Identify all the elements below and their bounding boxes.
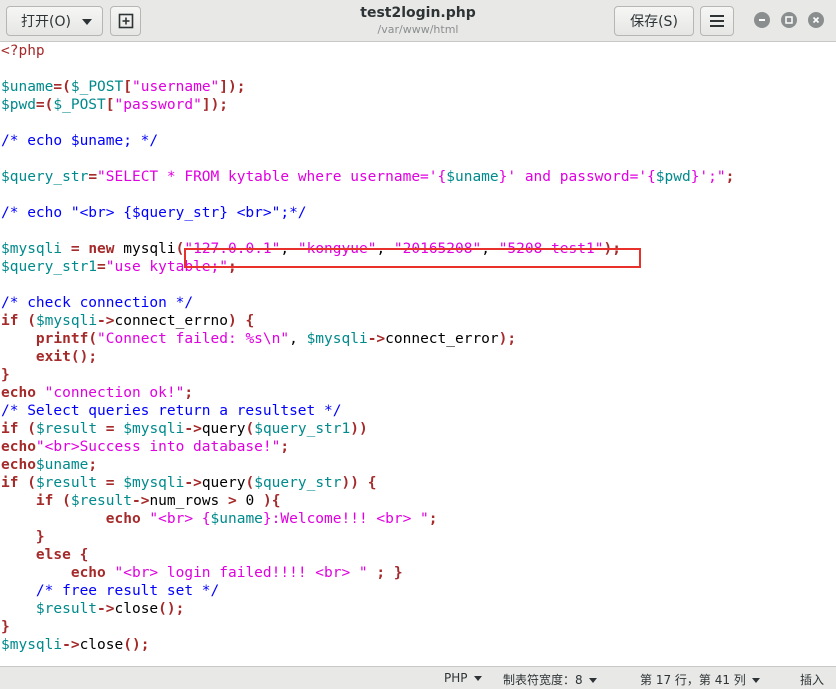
open-button-label: 打开(O) [21, 14, 71, 30]
maximize-icon [785, 16, 793, 24]
code-line[interactable]: echo "<br> login failed!!!! <br> " ; } [0, 564, 836, 582]
status-bar: PHP 制表符宽度：8 第 17 行，第 41 列 插入 [0, 666, 836, 689]
code-editor[interactable]: <?php​$uname=($_POST["username"]);$pwd=(… [0, 42, 836, 666]
open-button[interactable]: 打开(O) [6, 6, 103, 36]
title-area: test2login.php /var/www/html [300, 4, 536, 38]
insert-mode: 插入 [800, 671, 824, 688]
code-line[interactable]: echo"<br>Success into database!"; [0, 438, 836, 456]
chevron-down-icon [588, 678, 597, 683]
code-line[interactable]: ​ [0, 186, 836, 204]
code-line[interactable]: <?php [0, 42, 836, 60]
header-bar: 打开(O) test2login.php /var/www/html 保存(S) [0, 0, 836, 42]
chevron-down-icon [751, 678, 760, 683]
menu-button[interactable] [700, 6, 734, 36]
code-line[interactable]: if ($result->num_rows > 0 ){ [0, 492, 836, 510]
code-line[interactable]: $mysqli = new mysqli("127.0.0.1", "kongy… [0, 240, 836, 258]
code-line[interactable]: if ($result = $mysqli->query($query_str)… [0, 474, 836, 492]
code-line[interactable]: echo "connection ok!"; [0, 384, 836, 402]
save-button-label: 保存(S) [630, 14, 678, 30]
document-path: /var/www/html [377, 23, 459, 36]
code-line[interactable]: /* free result set */ [0, 582, 836, 600]
tab-width-label: 制表符宽度：8 [503, 673, 583, 687]
code-line[interactable]: $mysqli->close(); [0, 636, 836, 654]
code-line[interactable]: $query_str="SELECT * FROM kytable where … [0, 168, 836, 186]
code-line[interactable]: $result->close(); [0, 600, 836, 618]
document-title: test2login.php [360, 5, 476, 21]
code-line[interactable]: else { [0, 546, 836, 564]
code-line[interactable]: ​ [0, 222, 836, 240]
code-line[interactable]: ​ [0, 60, 836, 78]
save-button[interactable]: 保存(S) [614, 6, 694, 36]
tab-width-selector[interactable]: 制表符宽度：8 [503, 671, 597, 688]
close-icon [812, 16, 820, 24]
code-line[interactable]: } [0, 618, 836, 636]
insert-mode-label: 插入 [800, 673, 825, 687]
code-line[interactable]: } [0, 528, 836, 546]
code-line[interactable]: if ($result = $mysqli->query($query_str1… [0, 420, 836, 438]
maximize-button[interactable] [781, 12, 797, 28]
code-line[interactable]: /* echo $uname; */ [0, 132, 836, 150]
code-line[interactable]: echo "<br> {$uname}:Welcome!!! <br> "; [0, 510, 836, 528]
hamburger-menu-icon [710, 15, 724, 27]
cursor-position[interactable]: 第 17 行，第 41 列 [640, 671, 760, 688]
code-line[interactable]: /* echo "<br> {$query_str} <br>";*/ [0, 204, 836, 222]
language-selector[interactable]: PHP [444, 671, 482, 685]
chevron-down-icon [82, 19, 92, 25]
code-line[interactable]: ​ [0, 114, 836, 132]
code-line[interactable]: $query_str1="use kytable;"; [0, 258, 836, 276]
code-text[interactable]: <?php​$uname=($_POST["username"]);$pwd=(… [0, 42, 836, 654]
new-tab-icon [118, 13, 133, 29]
code-line[interactable]: ​ [0, 150, 836, 168]
code-line[interactable]: echo$uname; [0, 456, 836, 474]
code-line[interactable]: /* Select queries return a resultset */ [0, 402, 836, 420]
code-line[interactable]: if ($mysqli->connect_errno) { [0, 312, 836, 330]
minimize-button[interactable] [754, 12, 770, 28]
code-line[interactable]: ​ [0, 276, 836, 294]
code-line[interactable]: $pwd=($_POST["password"]); [0, 96, 836, 114]
code-line[interactable]: printf("Connect failed: %s\n", $mysqli->… [0, 330, 836, 348]
close-button[interactable] [808, 12, 824, 28]
chevron-down-icon [473, 676, 482, 681]
code-line[interactable]: /* check connection */ [0, 294, 836, 312]
language-label: PHP [444, 671, 468, 685]
code-line[interactable]: exit(); [0, 348, 836, 366]
new-tab-button[interactable] [110, 6, 141, 36]
code-line[interactable]: $uname=($_POST["username"]); [0, 78, 836, 96]
code-line[interactable]: } [0, 366, 836, 384]
minimize-icon [759, 19, 765, 21]
cursor-position-label: 第 17 行，第 41 列 [640, 673, 746, 687]
